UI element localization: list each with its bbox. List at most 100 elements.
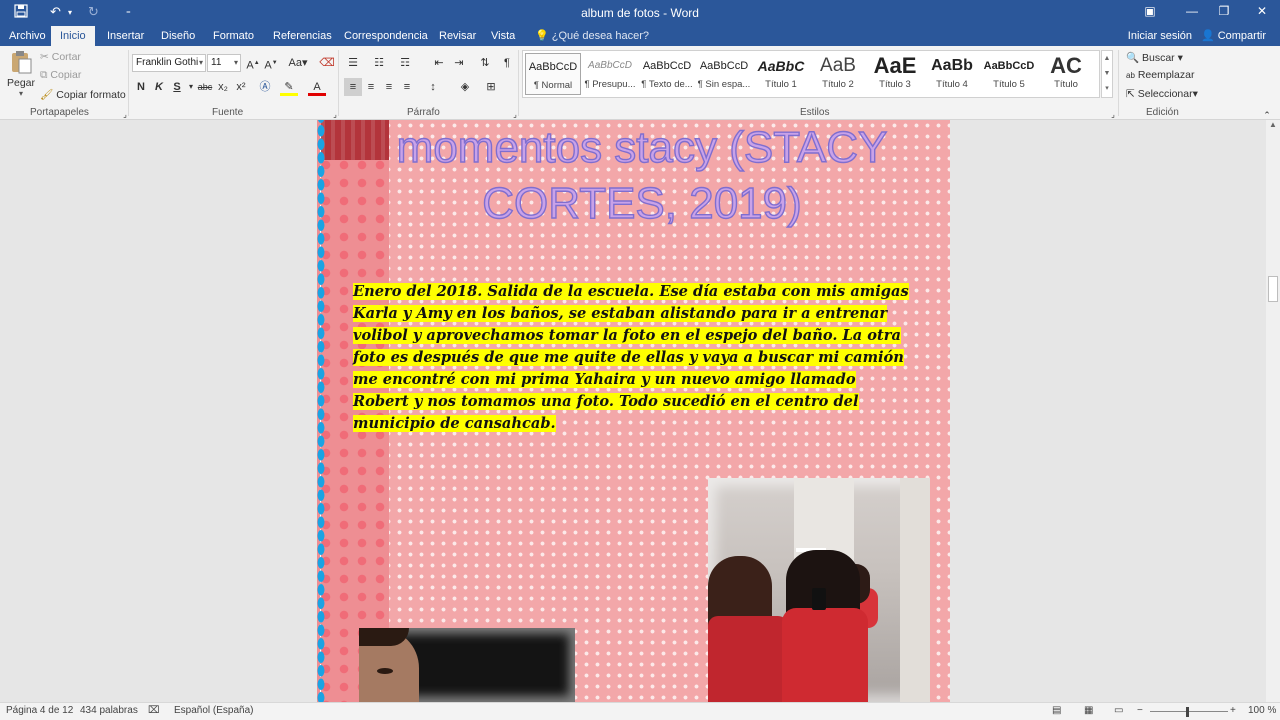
- style-titulo-5[interactable]: AaBbCcD Título 5: [981, 53, 1037, 95]
- style-preview: AaBbCcD: [983, 60, 1035, 72]
- clipboard-icon: [12, 51, 32, 74]
- language[interactable]: Español (España): [174, 705, 254, 716]
- highlight-icon[interactable]: ✎: [280, 78, 298, 96]
- style-titulo-2[interactable]: AaB Título 2: [810, 53, 866, 95]
- justify-icon[interactable]: ≡: [398, 78, 416, 96]
- shading-icon[interactable]: ◈: [456, 78, 474, 96]
- zoom-level[interactable]: 100 %: [1248, 705, 1276, 716]
- tab-diseno[interactable]: Diseño: [152, 26, 204, 46]
- find-button[interactable]: 🔍 Buscar ▾: [1126, 51, 1183, 64]
- divider: [128, 50, 129, 116]
- tab-archivo[interactable]: Archivo: [0, 26, 55, 46]
- font-name-combo[interactable]: Franklin Gothi ▾: [132, 54, 206, 72]
- tab-inicio[interactable]: Inicio: [51, 26, 95, 46]
- style-titulo[interactable]: AC Título: [1038, 53, 1094, 95]
- font-color-icon[interactable]: A: [308, 78, 326, 96]
- scroll-up-icon[interactable]: ▲: [1266, 120, 1280, 129]
- paragraph-group-label: Párrafo: [407, 107, 440, 118]
- more-styles-icon[interactable]: ▾: [1102, 81, 1112, 96]
- tell-me-box[interactable]: 💡 ¿Qué desea hacer?: [535, 26, 649, 46]
- chevron-down-icon[interactable]: ▼: [1102, 66, 1112, 81]
- bullets-icon[interactable]: ☰: [344, 54, 362, 72]
- borders-icon[interactable]: ⊞: [482, 78, 500, 96]
- tab-revisar[interactable]: Revisar: [430, 26, 485, 46]
- clear-formatting-icon[interactable]: ⌫: [318, 54, 336, 72]
- share-button[interactable]: 👤 Compartir: [1201, 26, 1266, 46]
- shrink-font-icon[interactable]: A▼: [262, 54, 280, 72]
- align-right-icon[interactable]: ≡: [380, 78, 398, 96]
- tab-formato[interactable]: Formato: [204, 26, 263, 46]
- sort-icon[interactable]: ⇅: [476, 54, 494, 72]
- styles-gallery-scroll[interactable]: ▲ ▼ ▾: [1101, 50, 1113, 98]
- read-mode-icon[interactable]: ▤: [1052, 705, 1061, 716]
- document-title[interactable]: momentos stacy (STACY CORTES, 2019): [357, 120, 927, 232]
- zoom-slider[interactable]: [1150, 711, 1228, 712]
- close-button[interactable]: ✕: [1250, 4, 1274, 18]
- word-count[interactable]: 434 palabras: [80, 705, 138, 716]
- text-effects-icon[interactable]: Ⓐ: [256, 78, 274, 96]
- document-page[interactable]: momentos stacy (STACY CORTES, 2019) Ener…: [317, 120, 950, 702]
- numbering-icon[interactable]: ☷: [370, 54, 388, 72]
- page-count[interactable]: Página 4 de 12: [6, 705, 73, 716]
- align-left-icon[interactable]: ≡: [344, 78, 362, 96]
- restore-button[interactable]: ❐: [1212, 4, 1236, 18]
- style-titulo-3[interactable]: AaE Título 3: [867, 53, 923, 95]
- style-normal[interactable]: AaBbCcD ¶ Normal: [525, 53, 581, 95]
- bold-button[interactable]: N: [132, 78, 150, 96]
- tab-insertar[interactable]: Insertar: [98, 26, 153, 46]
- editing-group-label: Edición: [1146, 107, 1179, 118]
- cursor-icon: ⇱: [1126, 88, 1135, 100]
- style-titulo-4[interactable]: AaBb Título 4: [924, 53, 980, 95]
- multilevel-list-icon[interactable]: ☶: [396, 54, 414, 72]
- zoom-slider-knob[interactable]: [1186, 707, 1189, 717]
- proofing-icon[interactable]: ⌧: [148, 705, 160, 716]
- style-titulo-1[interactable]: AaBbC Título 1: [753, 53, 809, 95]
- photo-girls-mirror[interactable]: [708, 478, 930, 702]
- print-layout-icon[interactable]: ▦: [1084, 705, 1093, 716]
- photo-detail: [812, 588, 826, 610]
- font-name-value: Franklin Gothi: [136, 57, 199, 68]
- document-area[interactable]: momentos stacy (STACY CORTES, 2019) Ener…: [0, 120, 1266, 702]
- tab-correspondencia[interactable]: Correspondencia: [335, 26, 437, 46]
- style-presupuesto[interactable]: AaBbCcD ¶ Presupu...: [582, 53, 638, 95]
- format-painter-button[interactable]: 🖌 Copiar formato: [40, 88, 126, 101]
- cut-button[interactable]: ✂ Cortar: [40, 51, 81, 63]
- tab-referencias[interactable]: Referencias: [264, 26, 341, 46]
- superscript-button[interactable]: x²: [232, 78, 250, 96]
- subscript-button[interactable]: x₂: [214, 78, 232, 96]
- show-marks-button[interactable]: ¶: [498, 54, 516, 72]
- title-bar: ↶ ▾ ↻ ₌ album de fotos - Word ▣ — ❐ ✕: [0, 0, 1280, 26]
- web-layout-icon[interactable]: ▭: [1114, 705, 1123, 716]
- select-label: Seleccionar: [1137, 88, 1193, 100]
- increase-indent-icon[interactable]: ⇥: [450, 54, 468, 72]
- line-spacing-icon[interactable]: ↕: [424, 78, 442, 96]
- document-body[interactable]: Enero del 2018. Salida de la escuela. Es…: [353, 281, 915, 435]
- select-button[interactable]: ⇱ Seleccionar▾: [1126, 88, 1198, 100]
- decorative-dots: [317, 120, 325, 702]
- ribbon-display-icon[interactable]: ▣: [1138, 4, 1162, 18]
- style-name: Título 3: [879, 79, 911, 90]
- change-case-button[interactable]: Aa▾: [286, 54, 310, 72]
- style-sin-espaciado[interactable]: AaBbCcD ¶ Sin espa...: [696, 53, 752, 95]
- chevron-up-icon[interactable]: ▲: [1102, 51, 1112, 66]
- scroll-thumb[interactable]: [1268, 276, 1278, 302]
- italic-button[interactable]: K: [150, 78, 168, 96]
- photo-selfie[interactable]: [359, 628, 575, 702]
- vertical-scrollbar[interactable]: ▲: [1266, 120, 1280, 702]
- align-center-icon[interactable]: ≡: [362, 78, 380, 96]
- minimize-button[interactable]: —: [1180, 4, 1204, 18]
- style-texto[interactable]: AaBbCcD ¶ Texto de...: [639, 53, 695, 95]
- strikethrough-button[interactable]: abc: [196, 78, 214, 96]
- copy-icon: ⧉: [40, 69, 48, 81]
- paste-button[interactable]: Pegar ▾: [6, 50, 36, 100]
- replace-icon: ab: [1126, 71, 1135, 80]
- signin-link[interactable]: Iniciar sesión: [1128, 26, 1192, 46]
- replace-button[interactable]: ab Reemplazar: [1126, 69, 1194, 81]
- zoom-out-button[interactable]: −: [1137, 705, 1143, 716]
- decrease-indent-icon[interactable]: ⇤: [430, 54, 448, 72]
- font-size-combo[interactable]: 11 ▾: [207, 54, 241, 72]
- grow-font-icon[interactable]: A▲: [244, 54, 262, 72]
- tab-vista[interactable]: Vista: [482, 26, 524, 46]
- copy-button[interactable]: ⧉ Copiar: [40, 69, 81, 82]
- zoom-in-button[interactable]: +: [1230, 705, 1236, 716]
